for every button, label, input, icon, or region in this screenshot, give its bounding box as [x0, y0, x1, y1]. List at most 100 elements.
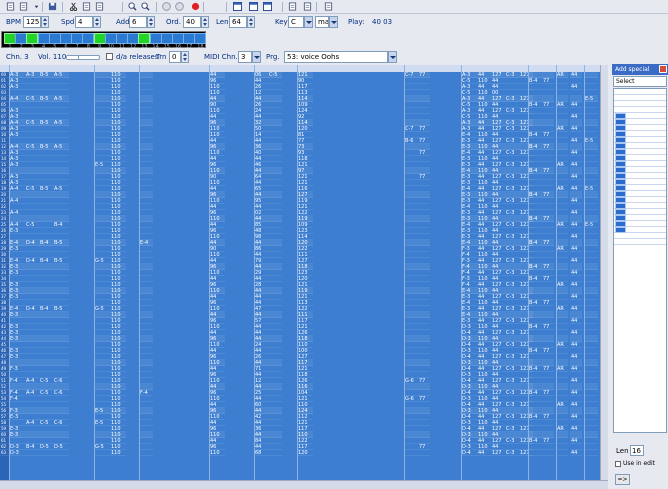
pattern-grid[interactable]: 00 01 02 03 04 05 06 07 08 09 10 11 12 13 14 15 16 17 18 19… [0, 65, 608, 480]
track-column[interactable]: 110 110 110 110 110 110 110 110 110 110 110 110 110 1… [110, 72, 126, 480]
add-spinner[interactable] [147, 16, 155, 28]
grid-cell[interactable]: 110 [110, 450, 126, 456]
step-11[interactable] [116, 33, 128, 44]
special-list-item[interactable] [614, 239, 666, 245]
zoom-in-icon[interactable] [127, 1, 138, 12]
grid-cell[interactable] [528, 450, 542, 456]
new-icon[interactable] [5, 1, 16, 12]
grid-cell[interactable]: 110 [209, 450, 225, 456]
track-column[interactable]: 77 77 77 77 77 77 77 77 77 77 77 77 77 77 77 77 77 [542, 72, 554, 480]
step-7[interactable] [71, 33, 84, 44]
track-column[interactable]: E-5 E-5 E-5 E-5 [584, 72, 598, 480]
len-field[interactable]: 64 [229, 16, 247, 28]
track-column[interactable]: 77 77 77 77 77 77 77 77 [418, 72, 430, 480]
track-column[interactable]: A-3 A-3 A-3 A-4 A-3 A-3 A-4 A-3 A-3 A-4 A-3 A-3 A-3 A… [9, 72, 25, 480]
save-icon[interactable] [47, 1, 58, 12]
key-select[interactable]: C [288, 16, 304, 28]
track-column[interactable]: 44 44 44 44 44 44 44 44 44 44 44 44 44 44 44 44 44 44 44 44… [570, 72, 582, 480]
track-column[interactable]: C-7 C-7 B-6 G-6 G-6 [404, 72, 418, 480]
record-icon[interactable] [190, 1, 201, 12]
track-column[interactable]: B-4 B-4 B-4 B-4 B-4 B-4 B-4 B-4 B-4 B-4 B-4 B-4 B-4 B… [528, 72, 542, 480]
ord-spinner[interactable] [201, 16, 209, 28]
step-3[interactable] [26, 33, 39, 44]
grid-cell[interactable] [542, 450, 554, 456]
bpm-spinner[interactable] [41, 16, 49, 28]
track-column[interactable]: 121 90 117 113 114 109 124 92 114 120 81 77 73 93 118 1… [297, 72, 313, 480]
stop-icon[interactable] [174, 1, 185, 12]
program-select[interactable]: 53: voice Oohs [284, 51, 388, 63]
step-5[interactable] [48, 33, 61, 44]
step-10[interactable] [104, 33, 117, 44]
track-column[interactable]: 127 44 44 00 127 44 127 44 127 127 44 127 44 127 44 127… [491, 72, 505, 480]
grid-cell[interactable] [25, 450, 39, 456]
view1-icon[interactable] [232, 1, 243, 12]
grid-cell[interactable]: 44 [477, 450, 491, 456]
track-column[interactable]: A-3 C-5 C-5 C-5 C-5 C-5 D-4 D-4 D-4 A-4 A-4 A-4 B-4 [25, 72, 39, 480]
program-dropdown[interactable] [388, 51, 397, 63]
apply-button[interactable]: => [615, 474, 630, 485]
midi-channel-select[interactable]: 3 [238, 51, 252, 63]
vertical-scrollbar[interactable] [600, 65, 608, 480]
grid-cell[interactable]: D-4 [461, 450, 477, 456]
copy-icon[interactable] [81, 1, 92, 12]
grid-cell[interactable] [584, 450, 598, 456]
step-12[interactable] [127, 33, 140, 44]
view2-icon[interactable] [248, 1, 259, 12]
track-column[interactable]: C-3 C-3 C-3 C-3 C-3 C-3 C-3 C-3 C-3 C-3 C-3 C-3 C-3 C… [505, 72, 519, 480]
step-18[interactable] [194, 33, 207, 44]
step-14[interactable] [149, 33, 162, 44]
ord-field[interactable]: 40 [183, 16, 201, 28]
step-17[interactable] [183, 33, 196, 44]
paste-icon[interactable] [94, 1, 105, 12]
use-in-edit-checkbox[interactable]: Use in edit [615, 460, 655, 467]
track-column[interactable]: B-5 B-5 B-5 B-5 B-5 B-4 B-4 B-4 C-5 C-5 C-5 D-5 [39, 72, 53, 480]
zoom-out-icon[interactable] [140, 1, 151, 12]
grid-cell[interactable] [139, 450, 153, 456]
volume-slider[interactable] [66, 55, 100, 60]
step-9[interactable] [93, 33, 106, 44]
releases-checkbox[interactable] [106, 53, 113, 60]
track-column[interactable]: 44 110 44 110 44 110 44 110 44 44 110 44 110 44 110 44 1… [477, 72, 491, 480]
grid-cell[interactable]: 127 [491, 450, 505, 456]
key-dropdown[interactable] [304, 16, 313, 28]
trn-spinner[interactable] [181, 51, 189, 63]
bpm-field[interactable]: 125 [23, 16, 41, 28]
scale-dropdown[interactable] [329, 16, 338, 28]
track-column[interactable]: AR AR AR AR AR AR AR AR AR AR AR AR AR [556, 72, 568, 480]
midi-channel-dropdown[interactable] [252, 51, 261, 63]
grid-cell[interactable] [268, 450, 282, 456]
grid-cell[interactable]: D-3 [9, 450, 25, 456]
step-13[interactable] [138, 33, 151, 44]
grid-cell[interactable] [404, 450, 418, 456]
trn-field[interactable]: 0 [169, 51, 181, 63]
step-2[interactable] [15, 33, 28, 44]
grid-cell[interactable]: 44 [570, 450, 582, 456]
track-column[interactable]: 44 96 110 110 44 90 110 44 96 110 110 44 96 110 44 96 11… [209, 72, 225, 480]
side-len-field[interactable]: 16 [630, 445, 644, 456]
open-icon[interactable] [18, 1, 29, 12]
track-column[interactable]: C-5 [268, 72, 282, 480]
step-16[interactable] [172, 33, 184, 44]
track-column[interactable]: A-5 A-5 A-5 A-5 A-5 B-4 B-5 B-5 B-5 C-6 C-6 C-6 D-5 [53, 72, 69, 480]
step-6[interactable] [60, 33, 72, 44]
grid-cell[interactable]: 120 [297, 450, 313, 456]
track-column[interactable]: E-5 G-5 G-5 E-5 E-5 G-5 [94, 72, 110, 480]
dropdown-icon[interactable] [31, 1, 42, 12]
horizontal-scrollbar[interactable] [0, 480, 608, 489]
grid-cell[interactable] [556, 450, 568, 456]
grid-cell[interactable]: C-3 [505, 450, 519, 456]
track-column[interactable]: A-3 C-5 A-3 C-5 A-3 C-5 A-3 C-5 A-3 A-3 E-4 E-3 E-3 E… [461, 72, 477, 480]
grid-cell[interactable]: 68 [254, 450, 268, 456]
grid-cell[interactable] [53, 450, 69, 456]
step-4[interactable] [37, 33, 50, 44]
special-select[interactable]: Select [613, 76, 667, 87]
step-8[interactable] [82, 33, 95, 44]
view3-icon[interactable] [262, 1, 273, 12]
track-column[interactable]: E-4 F-4 [139, 72, 153, 480]
tool1-icon[interactable] [287, 1, 298, 12]
spd-field[interactable]: 4 [75, 16, 93, 28]
tool3-icon[interactable] [323, 1, 334, 12]
spd-spinner[interactable] [93, 16, 101, 28]
track-column[interactable]: 06 44 26 12 44 26 24 44 32 50 14 44 36 40 44 46 44 64 44 65… [254, 72, 268, 480]
scale-select[interactable]: maj [315, 16, 329, 28]
